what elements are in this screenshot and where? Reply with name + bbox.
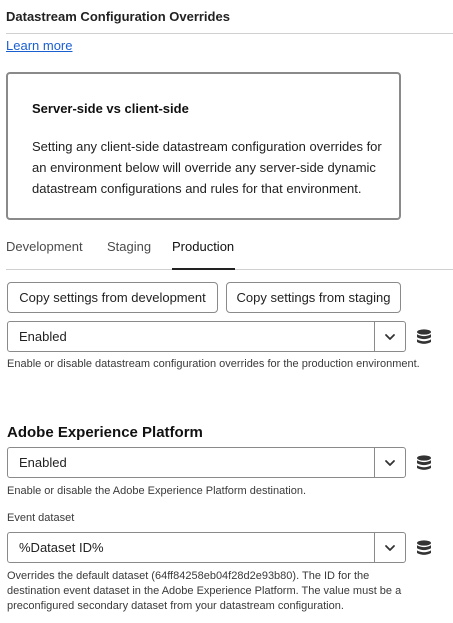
aep-enabled-value: Enabled [19, 455, 67, 470]
tab-production[interactable]: Production [172, 239, 234, 254]
chevron-down-icon[interactable] [383, 330, 397, 344]
tab-development[interactable]: Development [6, 239, 83, 254]
active-tab-indicator [172, 268, 235, 270]
event-dataset-label: Event dataset [7, 512, 75, 524]
overrides-help-text: Enable or disable datastream configurati… [7, 358, 420, 370]
database-icon[interactable] [415, 328, 433, 346]
select-divider [374, 448, 375, 477]
copy-from-staging-button[interactable]: Copy settings from staging [226, 282, 401, 313]
overrides-enabled-select[interactable]: Enabled [7, 321, 406, 352]
info-box-title: Server-side vs client-side [32, 101, 189, 116]
copy-from-development-button[interactable]: Copy settings from development [7, 282, 218, 313]
header-divider [6, 33, 453, 34]
event-dataset-help-text: Overrides the default dataset (64ff84258… [7, 570, 402, 612]
database-icon[interactable] [415, 539, 433, 557]
info-box: Server-side vs client-side Setting any c… [6, 72, 401, 220]
aep-help-text: Enable or disable the Adobe Experience P… [7, 485, 307, 497]
chevron-down-icon[interactable] [383, 541, 397, 555]
aep-heading: Adobe Experience Platform [7, 424, 203, 441]
environment-tabs: Development Staging Production [6, 236, 453, 271]
overrides-enabled-value: Enabled [19, 329, 67, 344]
tab-staging[interactable]: Staging [107, 239, 151, 254]
learn-more-link[interactable]: Learn more [6, 38, 72, 53]
event-dataset-select[interactable]: %Dataset ID% [7, 532, 406, 563]
select-divider [374, 322, 375, 351]
aep-enabled-select[interactable]: Enabled [7, 447, 406, 478]
event-dataset-value: %Dataset ID% [19, 540, 104, 555]
chevron-down-icon[interactable] [383, 456, 397, 470]
database-icon[interactable] [415, 454, 433, 472]
override-panel: Datastream Configuration Overrides Learn… [0, 0, 453, 623]
select-divider [374, 533, 375, 562]
info-box-body: Setting any client-side datastream confi… [32, 139, 382, 196]
section-title: Datastream Configuration Overrides [6, 9, 230, 24]
